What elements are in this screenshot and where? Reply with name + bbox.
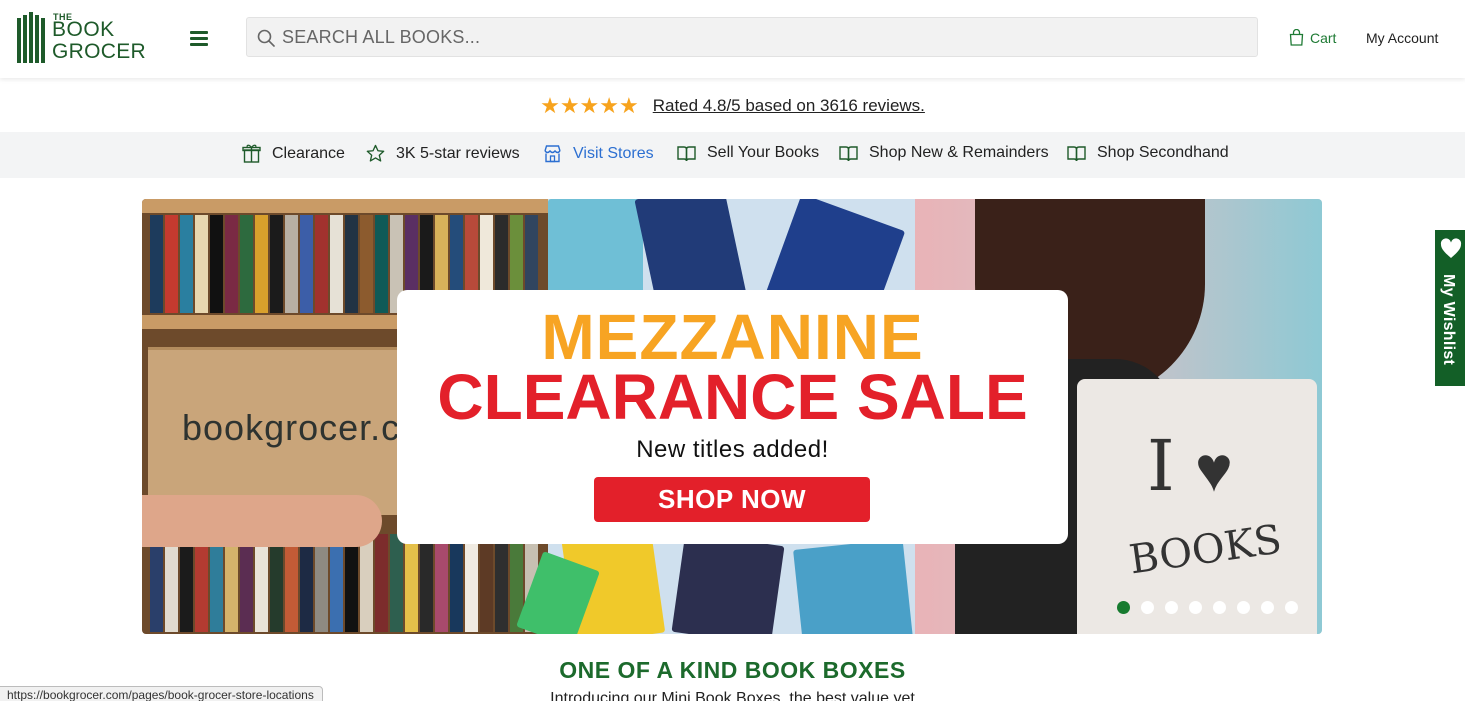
- tote-text-books: BOOKS: [1126, 516, 1285, 584]
- shop-now-button[interactable]: SHOP NOW: [594, 477, 870, 522]
- menu-icon[interactable]: [190, 31, 208, 47]
- heart-icon: ♥: [1195, 433, 1233, 505]
- gift-icon: [242, 144, 261, 163]
- logo-text-book: BOOK: [52, 18, 115, 41]
- rating-row: ★★★★★ Rated 4.8/5 based on 3616 reviews.: [0, 92, 1465, 120]
- store-icon: [544, 145, 561, 163]
- hand-image: [142, 495, 382, 547]
- carousel-dot[interactable]: [1117, 601, 1130, 614]
- carousel-dot[interactable]: [1141, 601, 1154, 614]
- nav-item-label: Visit Stores: [573, 144, 654, 162]
- logo-text-grocer: GROCER: [52, 40, 146, 63]
- promo-headline-2: CLEARANCE SALE: [437, 361, 1028, 433]
- nav-item-label: Shop Secondhand: [1097, 144, 1229, 161]
- quick-links-bar: Clearance 3K 5-star reviews Visit Stores…: [0, 132, 1465, 178]
- nav-item-shop-new[interactable]: Shop New & Remainders: [839, 144, 1049, 162]
- reviews-link[interactable]: Rated 4.8/5 based on 3616 reviews.: [653, 96, 925, 116]
- nav-item-label: Shop New & Remainders: [869, 144, 1049, 161]
- search-input[interactable]: [282, 18, 1242, 56]
- wishlist-label: My Wishlist: [1440, 274, 1457, 366]
- my-account-link[interactable]: My Account: [1366, 30, 1438, 46]
- section-title: ONE OF A KIND BOOK BOXES: [559, 657, 906, 683]
- tote-bag: I ♥ BOOKS: [1077, 379, 1317, 634]
- rating-stars-icon: ★★★★★: [540, 93, 639, 118]
- search-bar: [246, 17, 1258, 57]
- nav-item-clearance[interactable]: Clearance: [242, 144, 345, 163]
- carousel-dot[interactable]: [1213, 601, 1226, 614]
- carousel-dot[interactable]: [1237, 601, 1250, 614]
- cart-label: Cart: [1310, 29, 1337, 46]
- nav-item-visit-stores[interactable]: Visit Stores: [543, 144, 654, 163]
- nav-item-reviews[interactable]: 3K 5-star reviews: [366, 144, 520, 163]
- nav-item-label: 3K 5-star reviews: [396, 144, 520, 162]
- carousel-dot[interactable]: [1165, 601, 1178, 614]
- wishlist-tab[interactable]: My Wishlist: [1435, 230, 1465, 386]
- heart-icon: [1440, 238, 1462, 258]
- book-icon: [1067, 145, 1086, 161]
- status-bar-url: https://bookgrocer.com/pages/book-grocer…: [0, 686, 323, 701]
- hero-banner[interactable]: bookgrocer.com I ♥ BOOKS MEZZANINE CLEAR…: [142, 199, 1322, 634]
- site-logo[interactable]: THE BOOK GROCER: [17, 12, 152, 64]
- book-icon: [677, 145, 696, 161]
- book-icon: [839, 145, 858, 161]
- tote-text-i: I: [1147, 425, 1175, 507]
- nav-item-sell-books[interactable]: Sell Your Books: [677, 144, 819, 162]
- cart-link[interactable]: Cart: [1289, 29, 1336, 46]
- shopping-bag-icon: [1289, 29, 1304, 46]
- promo-subline: New titles added!: [636, 436, 829, 463]
- search-icon[interactable]: [257, 29, 275, 47]
- star-icon: [366, 144, 385, 162]
- logo-bars-icon: [17, 12, 45, 63]
- nav-item-label: Sell Your Books: [707, 144, 820, 161]
- nav-item-label: Clearance: [272, 144, 345, 162]
- carousel-dot[interactable]: [1261, 601, 1274, 614]
- promo-card: MEZZANINE CLEARANCE SALE New titles adde…: [397, 290, 1068, 544]
- carousel-dot[interactable]: [1285, 601, 1298, 614]
- carousel-dot[interactable]: [1189, 601, 1202, 614]
- site-header: THE BOOK GROCER Cart My Account: [0, 0, 1465, 78]
- carousel-dots: [1117, 601, 1309, 614]
- nav-item-shop-secondhand[interactable]: Shop Secondhand: [1067, 144, 1229, 162]
